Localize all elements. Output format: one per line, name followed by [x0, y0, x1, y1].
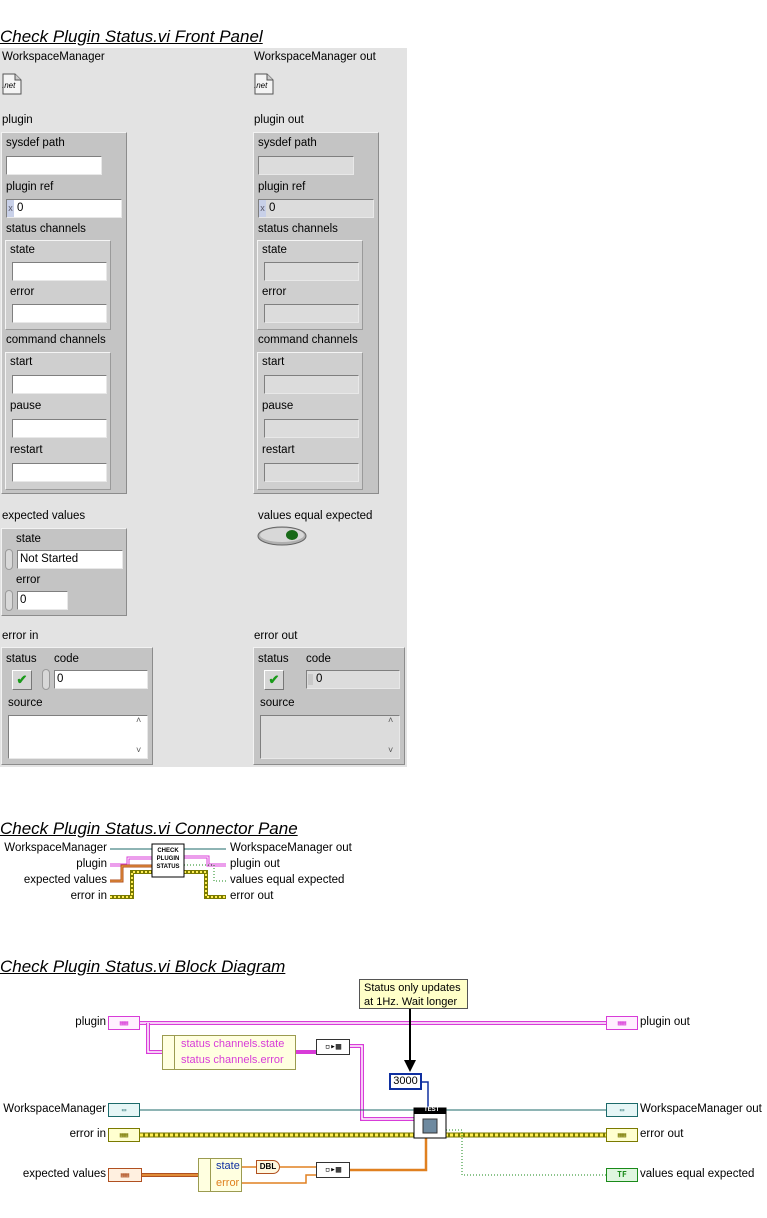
to-dbl-node[interactable]: DBL	[256, 1160, 280, 1174]
bd-label-plugin: plugin	[75, 1016, 106, 1028]
unbundle2-item-state: state	[216, 1160, 240, 1172]
bundle-expected-node[interactable]: ▫▸▦	[316, 1162, 350, 1178]
test-subvi-label: TEST	[424, 1107, 440, 1113]
bd-comment: Status only updates at 1Hz. Wait longer	[359, 979, 468, 1009]
bd-wire-plugin-branch-inner	[147, 1023, 162, 1053]
bd-terminal-workspace-out[interactable]: ▭	[606, 1103, 638, 1117]
unbundle2-item-error: error	[216, 1177, 240, 1189]
bd-wire-plugin-branch	[146, 1023, 162, 1054]
unbundle-expected-values[interactable]: state error	[198, 1158, 242, 1192]
bd-wire-expected-to-test	[350, 1138, 428, 1172]
bd-label-expected: expected values	[22, 1168, 106, 1180]
unbundle-left-edge	[162, 1035, 175, 1070]
bd-terminal-plugin-out[interactable]: ▦▦	[606, 1016, 638, 1030]
bd-label-plugin-out: plugin out	[640, 1016, 690, 1028]
bd-terminal-error-in[interactable]: ▦▦	[108, 1128, 140, 1142]
bd-wire-error-bundle	[242, 1174, 316, 1184]
unbundle2-left-edge	[198, 1158, 211, 1192]
test-subvi-glyph	[422, 1118, 438, 1134]
bd-label-error-out: error out	[640, 1128, 684, 1140]
unbundle-item-state: status channels.state	[181, 1038, 285, 1050]
bd-terminal-values-equal[interactable]: TF	[606, 1168, 638, 1182]
bd-label-workspace-out: WorkspaceManager out	[640, 1103, 762, 1115]
bd-label-workspace: WorkspaceManager	[3, 1103, 106, 1115]
bundle-status-node[interactable]: ▫▸▦	[316, 1039, 350, 1055]
bd-wire-wait	[422, 1081, 429, 1108]
bd-terminal-workspace[interactable]: ▭	[108, 1103, 140, 1117]
bd-terminal-expected[interactable]: ▦▦	[108, 1168, 142, 1182]
unbundle-item-error: status channels.error	[181, 1054, 284, 1066]
bd-terminal-error-out[interactable]: ▦▦	[606, 1128, 638, 1142]
wait-constant[interactable]: 3000	[389, 1073, 422, 1090]
comment-arrowhead	[404, 1060, 416, 1072]
bd-label-error-in: error in	[69, 1128, 106, 1140]
bd-terminal-plugin[interactable]: ▦▦	[108, 1016, 140, 1030]
unbundle-status-channels[interactable]: status channels.state status channels.er…	[162, 1035, 296, 1070]
block-diagram-wires	[140, 1008, 606, 1184]
bd-label-values-equal: values equal expected	[640, 1168, 755, 1180]
